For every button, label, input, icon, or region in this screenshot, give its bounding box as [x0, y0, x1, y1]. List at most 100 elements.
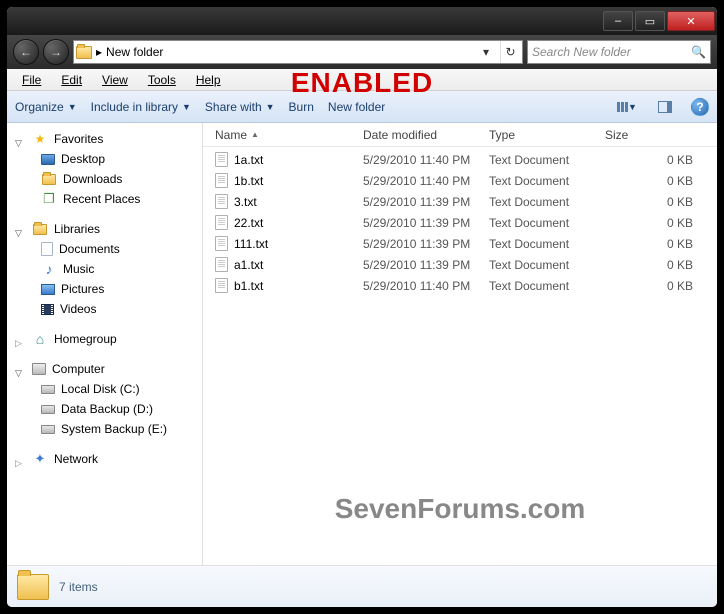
- file-date-cell: 5/29/2010 11:40 PM: [357, 153, 483, 167]
- nav-videos[interactable]: Videos: [7, 299, 202, 319]
- chevron-down-icon: ▼: [68, 102, 77, 112]
- nav-pictures[interactable]: Pictures: [7, 279, 202, 299]
- column-headers: Name▲ Date modified Type Size: [203, 123, 717, 147]
- file-name: 1a.txt: [234, 153, 263, 167]
- file-type-cell: Text Document: [483, 216, 599, 230]
- nav-favorites[interactable]: ★Favorites: [7, 129, 202, 149]
- file-size-cell: 0 KB: [599, 153, 711, 167]
- nav-computer[interactable]: Computer: [7, 359, 202, 379]
- nav-homegroup[interactable]: ⌂Homegroup: [7, 329, 202, 349]
- menu-edit[interactable]: Edit: [52, 70, 91, 90]
- pictures-icon: [41, 284, 55, 295]
- titlebar[interactable]: – ▭ ✕: [7, 7, 717, 35]
- navigation-pane[interactable]: ★Favorites Desktop Downloads ❐Recent Pla…: [7, 123, 203, 565]
- file-row[interactable]: 1b.txt5/29/2010 11:40 PMText Document0 K…: [203, 170, 717, 191]
- organize-button[interactable]: Organize ▼: [15, 100, 77, 114]
- column-date-modified[interactable]: Date modified: [357, 128, 483, 142]
- text-file-icon: [215, 194, 228, 209]
- address-dropdown-icon[interactable]: ▾: [476, 41, 496, 63]
- view-options-button[interactable]: ▼: [615, 97, 639, 117]
- nav-desktop[interactable]: Desktop: [7, 149, 202, 169]
- file-name: 1b.txt: [234, 174, 263, 188]
- preview-pane-button[interactable]: [653, 97, 677, 117]
- file-list-pane: Name▲ Date modified Type Size 1a.txt 5/29…: [203, 123, 717, 565]
- menu-view[interactable]: View: [93, 70, 137, 90]
- file-name: b1.txt: [234, 279, 263, 293]
- desktop-icon: [41, 154, 55, 165]
- column-name[interactable]: Name▲: [209, 128, 357, 142]
- menu-bar: File Edit View Tools Help ENABLED: [7, 69, 717, 91]
- search-input[interactable]: Search New folder 🔍: [527, 40, 711, 64]
- file-name-cell: 3.txt: [209, 194, 357, 209]
- file-rows[interactable]: 1a.txt5/29/2010 11:40 PMText Document0 K…: [203, 147, 717, 565]
- navigation-bar: ← → ▸ New folder ▾ ↻ Search New folder 🔍: [7, 35, 717, 69]
- address-bar[interactable]: ▸ New folder ▾ ↻: [73, 40, 523, 64]
- help-icon: ?: [696, 100, 703, 114]
- file-row[interactable]: 3.txt5/29/2010 11:39 PMText Document0 KB: [203, 191, 717, 212]
- file-size-cell: 0 KB: [599, 174, 711, 188]
- search-icon: 🔍: [691, 45, 706, 59]
- forward-button[interactable]: →: [43, 39, 69, 65]
- chevron-down-icon: ▼: [182, 102, 191, 112]
- disclosure-triangle-icon: [15, 135, 24, 144]
- nav-recent-places[interactable]: ❐Recent Places: [7, 189, 202, 209]
- help-button[interactable]: ?: [691, 98, 709, 116]
- file-name: 3.txt: [234, 195, 257, 209]
- nav-network[interactable]: ✦Network: [7, 449, 202, 469]
- file-date-cell: 5/29/2010 11:39 PM: [357, 237, 483, 251]
- new-folder-button[interactable]: New folder: [328, 100, 385, 114]
- nav-music[interactable]: ♪Music: [7, 259, 202, 279]
- file-name-cell: a1.txt: [209, 257, 357, 272]
- nav-downloads[interactable]: Downloads: [7, 169, 202, 189]
- music-icon: ♪: [41, 261, 57, 277]
- file-date-cell: 5/29/2010 11:39 PM: [357, 258, 483, 272]
- file-row[interactable]: 1a.txt5/29/2010 11:40 PMText Document0 K…: [203, 149, 717, 170]
- command-bar: Organize ▼ Include in library ▼ Share wi…: [7, 91, 717, 123]
- file-row[interactable]: 22.txt5/29/2010 11:39 PMText Document0 K…: [203, 212, 717, 233]
- text-file-icon: [215, 257, 228, 272]
- file-type-cell: Text Document: [483, 258, 599, 272]
- maximize-button[interactable]: ▭: [635, 11, 665, 31]
- text-file-icon: [215, 278, 228, 293]
- documents-icon: [41, 242, 53, 256]
- videos-icon: [41, 304, 54, 315]
- nav-drive-d[interactable]: Data Backup (D:): [7, 399, 202, 419]
- status-item-count: 7 items: [59, 580, 98, 594]
- disclosure-triangle-icon: [15, 365, 24, 374]
- search-placeholder: Search New folder: [532, 45, 631, 59]
- file-name: a1.txt: [234, 258, 263, 272]
- file-size-cell: 0 KB: [599, 195, 711, 209]
- homegroup-icon: ⌂: [32, 331, 48, 347]
- disclosure-triangle-icon: [15, 335, 24, 344]
- file-date-cell: 5/29/2010 11:40 PM: [357, 279, 483, 293]
- sort-ascending-icon: ▲: [251, 130, 259, 139]
- folder-icon: [17, 574, 49, 600]
- nav-drive-c[interactable]: Local Disk (C:): [7, 379, 202, 399]
- disclosure-triangle-icon: [15, 455, 24, 464]
- column-size[interactable]: Size: [599, 128, 711, 142]
- nav-documents[interactable]: Documents: [7, 239, 202, 259]
- nav-libraries[interactable]: Libraries: [7, 219, 202, 239]
- details-pane: 7 items: [7, 565, 717, 607]
- forward-arrow-icon: →: [50, 45, 62, 59]
- back-button[interactable]: ←: [13, 39, 39, 65]
- file-date-cell: 5/29/2010 11:39 PM: [357, 195, 483, 209]
- minimize-button[interactable]: –: [603, 11, 633, 31]
- close-button[interactable]: ✕: [667, 11, 715, 31]
- file-type-cell: Text Document: [483, 279, 599, 293]
- menu-help[interactable]: Help: [187, 70, 230, 90]
- refresh-button[interactable]: ↻: [500, 41, 520, 63]
- menu-tools[interactable]: Tools: [139, 70, 185, 90]
- share-with-button[interactable]: Share with ▼: [205, 100, 275, 114]
- burn-button[interactable]: Burn: [289, 100, 314, 114]
- file-row[interactable]: a1.txt5/29/2010 11:39 PMText Document0 K…: [203, 254, 717, 275]
- text-file-icon: [215, 152, 228, 167]
- file-row[interactable]: b1.txt5/29/2010 11:40 PMText Document0 K…: [203, 275, 717, 296]
- menu-file[interactable]: File: [13, 70, 50, 90]
- file-name: 22.txt: [234, 216, 263, 230]
- column-type[interactable]: Type: [483, 128, 599, 142]
- file-row[interactable]: 111.txt5/29/2010 11:39 PMText Document0 …: [203, 233, 717, 254]
- include-in-library-button[interactable]: Include in library ▼: [91, 100, 191, 114]
- file-name-cell: 22.txt: [209, 215, 357, 230]
- nav-drive-e[interactable]: System Backup (E:): [7, 419, 202, 439]
